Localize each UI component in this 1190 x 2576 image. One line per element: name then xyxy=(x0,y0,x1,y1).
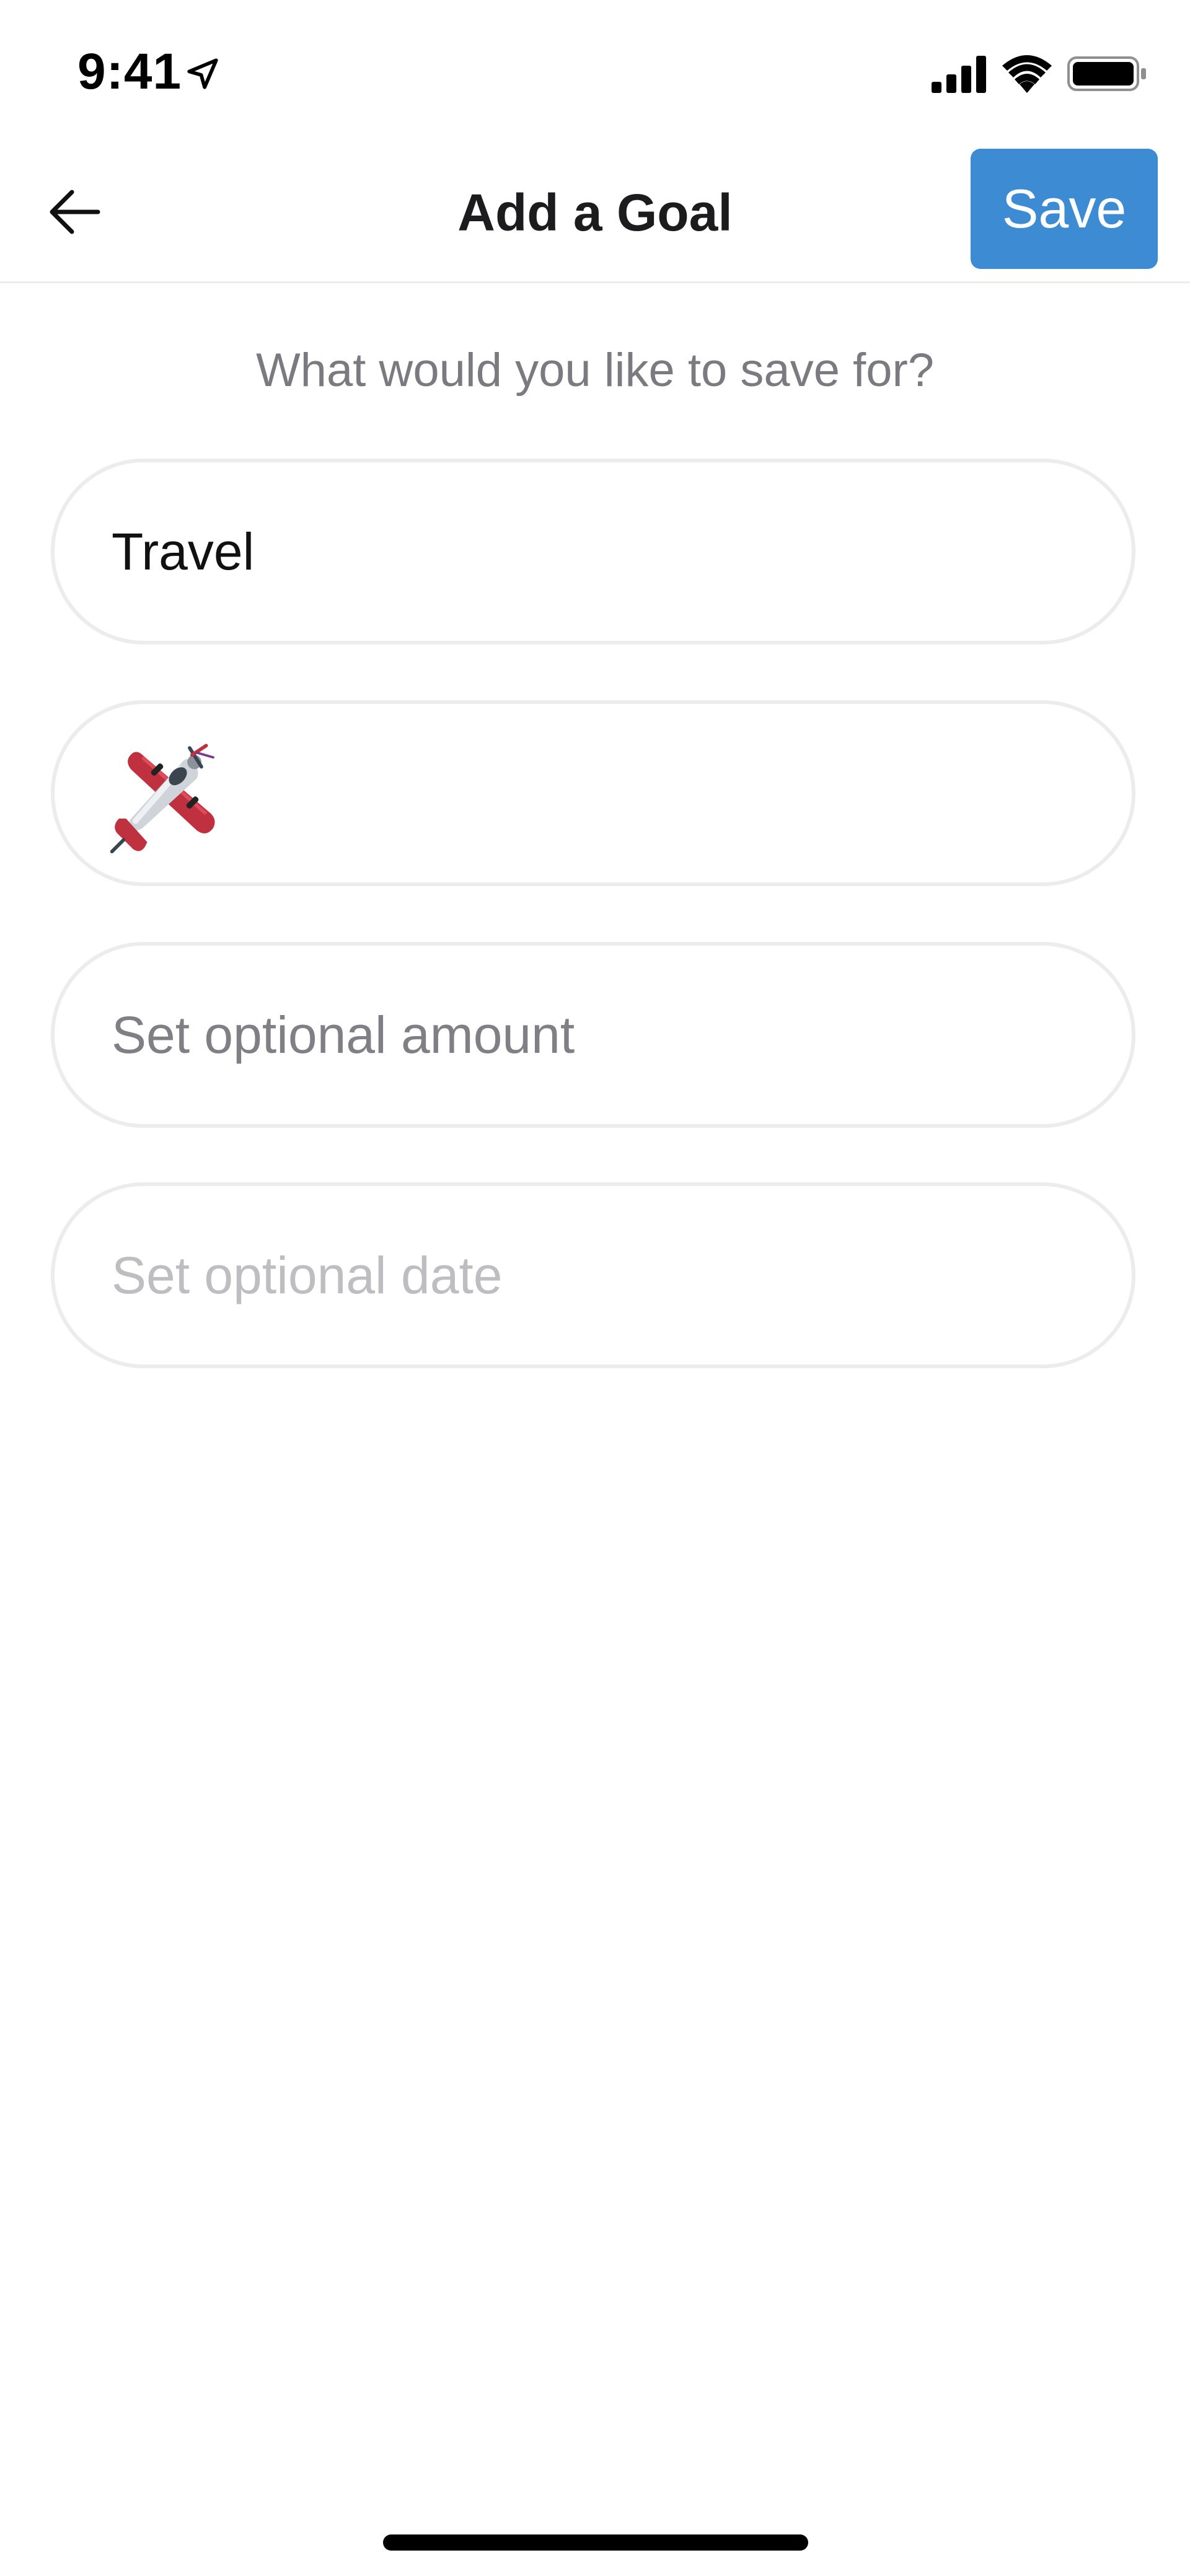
goal-name-field[interactable]: Travel xyxy=(51,459,1135,644)
battery-icon xyxy=(1067,56,1146,91)
amount-placeholder: Set optional amount xyxy=(112,1006,575,1064)
page-title: Add a Goal xyxy=(457,183,733,242)
small-airplane-icon xyxy=(110,744,215,854)
goal-emoji-field[interactable] xyxy=(51,700,1135,886)
nav-bar: Add a Goal Save xyxy=(0,143,1190,283)
goal-name-value: Travel xyxy=(112,522,255,581)
date-placeholder: Set optional date xyxy=(112,1246,503,1304)
wifi-icon xyxy=(1002,55,1052,93)
save-button[interactable]: Save xyxy=(971,149,1158,269)
form-prompt: What would you like to save for? xyxy=(255,344,935,397)
cellular-signal-icon xyxy=(932,56,986,93)
date-field[interactable]: Set optional date xyxy=(51,1182,1135,1368)
amount-field[interactable]: Set optional amount xyxy=(51,942,1135,1128)
status-time: 9:41 xyxy=(77,43,182,100)
status-bar: 9:41 xyxy=(0,0,1190,143)
location-arrow-icon xyxy=(187,58,218,89)
back-button[interactable] xyxy=(37,175,112,249)
arrow-left-icon xyxy=(50,190,100,234)
home-indicator[interactable] xyxy=(383,2534,808,2551)
